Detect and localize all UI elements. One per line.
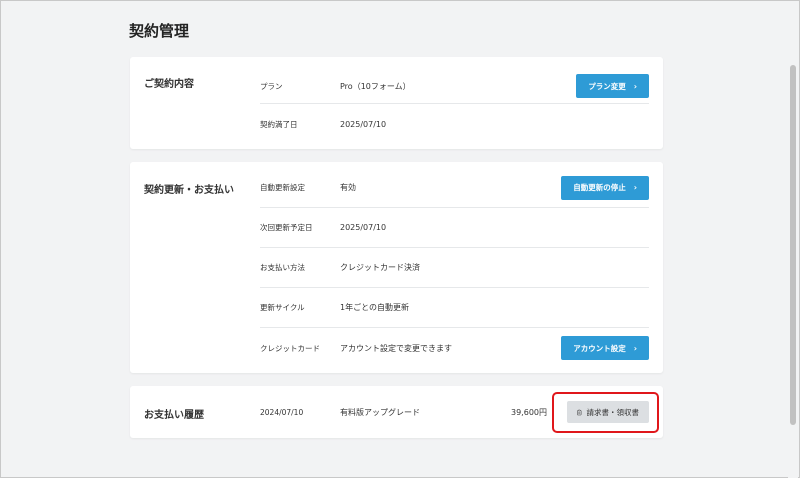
row-label: お支払い方法 — [260, 263, 305, 272]
row-value: 1年ごとの自動更新 — [340, 303, 410, 312]
contract-row-plan: プラン Pro（10フォーム） プラン変更 › — [260, 69, 649, 104]
button-label: アカウント設定 — [573, 343, 626, 353]
renewal-card-title: 契約更新・お支払い — [144, 185, 234, 196]
row-value: Pro（10フォーム） — [340, 81, 411, 91]
row-value: 2025/07/10 — [340, 223, 387, 232]
page-title: 契約管理 — [129, 22, 190, 40]
row-value: クレジットカード決済 — [340, 263, 420, 272]
contract-card-title: ご契約内容 — [144, 79, 194, 90]
account-settings-button[interactable]: アカウント設定 › — [561, 336, 649, 360]
row-value: 2025/07/10 — [340, 119, 387, 129]
renewal-row-payment: お支払い方法 クレジットカード決済 — [260, 248, 649, 288]
row-label: プラン — [260, 81, 283, 91]
renewal-row-card: クレジットカード アカウント設定で変更できます アカウント設定 › — [260, 328, 649, 368]
row-value: アカウント設定で変更できます — [340, 343, 452, 353]
renewal-card: 契約更新・お支払い 自動更新設定 有効 自動更新の停止 › 次回更新予定日 20… — [130, 162, 663, 373]
scrollbar[interactable] — [788, 1, 798, 478]
plan-change-button[interactable]: プラン変更 › — [576, 74, 649, 98]
history-description: 有料版アップグレード — [340, 407, 420, 417]
row-label: 契約満了日 — [260, 119, 298, 129]
row-label: 自動更新設定 — [260, 183, 305, 192]
highlight-annotation — [552, 392, 659, 433]
button-label: プラン変更 — [588, 81, 626, 91]
history-amount: 39,600円 — [511, 407, 547, 417]
history-date: 2024/07/10 — [260, 407, 304, 417]
stop-auto-renew-button[interactable]: 自動更新の停止 › — [561, 175, 649, 200]
row-label: 更新サイクル — [260, 303, 305, 312]
renewal-row-auto: 自動更新設定 有効 自動更新の停止 › — [260, 168, 649, 208]
scrollbar-thumb[interactable] — [790, 65, 796, 425]
renewal-row-cycle: 更新サイクル 1年ごとの自動更新 — [260, 288, 649, 328]
row-label: クレジットカード — [260, 343, 320, 353]
contract-row-expiry: 契約満了日 2025/07/10 — [260, 105, 649, 143]
history-card-title: お支払い履歴 — [144, 410, 204, 421]
renewal-row-next: 次回更新予定日 2025/07/10 — [260, 208, 649, 248]
chevron-right-icon: › — [633, 343, 637, 353]
button-label: 自動更新の停止 — [573, 183, 626, 192]
contract-card: ご契約内容 プラン Pro（10フォーム） プラン変更 › 契約満了日 2025… — [130, 57, 663, 149]
row-label: 次回更新予定日 — [260, 223, 313, 232]
chevron-right-icon: › — [633, 183, 637, 192]
chevron-right-icon: › — [633, 81, 637, 91]
row-value: 有効 — [340, 183, 356, 192]
